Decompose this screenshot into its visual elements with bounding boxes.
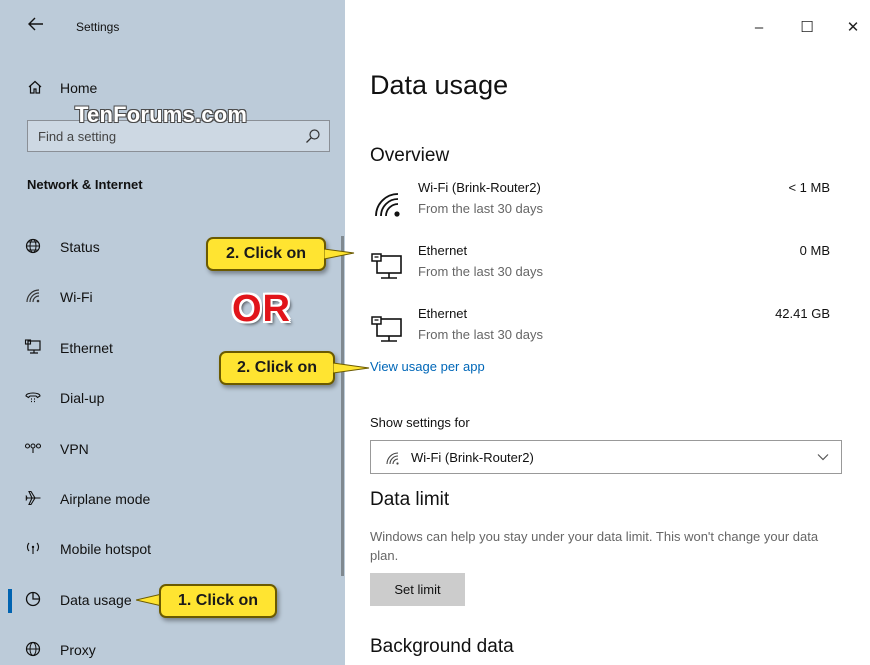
usage-name: Wi-Fi (Brink-Router2)	[418, 180, 541, 195]
home-icon	[28, 80, 42, 94]
callout-arrow	[333, 362, 370, 374]
select-value: Wi-Fi (Brink-Router2)	[411, 450, 534, 465]
home-label: Home	[60, 80, 98, 96]
or-label: OR	[232, 288, 291, 330]
usage-period: From the last 30 days	[418, 264, 543, 279]
wifi-icon	[386, 452, 399, 465]
globe-status-icon	[25, 238, 41, 254]
back-arrow-icon	[28, 17, 43, 31]
view-usage-per-app-link[interactable]: View usage per app	[370, 359, 485, 374]
set-limit-button[interactable]: Set limit	[370, 573, 465, 606]
usage-amount: 0 MB	[799, 243, 830, 258]
callout-click-ethernet: 2. Click on	[206, 237, 326, 271]
usage-period: From the last 30 days	[418, 201, 543, 216]
callout-click-view-usage: 2. Click on	[219, 351, 335, 385]
data-limit-description: Windows can help you stay under your dat…	[370, 529, 819, 563]
overview-heading: Overview	[370, 145, 450, 166]
sidebar-item-label: Proxy	[60, 642, 96, 659]
sidebar: Settings Home TenForums.com Network & In…	[0, 0, 345, 665]
sidebar-item-label: VPN	[60, 440, 89, 457]
usage-name: Ethernet	[418, 243, 468, 258]
usage-amount: < 1 MB	[788, 180, 830, 195]
sidebar-item-label: Dial-up	[60, 390, 105, 407]
main-content: – ☐ ✕ Data usage Overview Wi-Fi (Brink-R…	[345, 0, 870, 665]
page-title: Data usage	[370, 70, 509, 100]
sidebar-item-label: Ethernet	[60, 339, 113, 356]
ethernet-icon	[24, 339, 41, 354]
section-title: Network & Internet	[27, 177, 143, 192]
usage-row-wifi[interactable]: Wi-Fi (Brink-Router2) From the last 30 d…	[370, 180, 840, 228]
data-usage-icon	[25, 591, 41, 606]
airplane-icon	[25, 490, 41, 506]
data-limit-heading: Data limit	[370, 489, 450, 510]
minimize-button[interactable]: –	[739, 14, 779, 42]
home-nav[interactable]: Home	[0, 72, 345, 104]
sidebar-item-hotspot[interactable]: Mobile hotspot	[0, 524, 340, 574]
app-title: Settings	[76, 20, 120, 34]
usage-amount: 42.41 GB	[775, 306, 830, 321]
globe-icon	[25, 642, 41, 657]
usage-row-ethernet-1[interactable]: Ethernet From the last 30 days 0 MB	[370, 243, 840, 291]
close-button[interactable]: ✕	[833, 14, 870, 42]
search-icon[interactable]	[305, 128, 321, 144]
wifi-icon	[375, 193, 400, 217]
callout-arrow	[324, 248, 355, 260]
watermark: TenForums.com	[75, 102, 248, 127]
usage-period: From the last 30 days	[418, 327, 543, 342]
sidebar-item-label: Mobile hotspot	[60, 541, 152, 558]
usage-row-ethernet-2[interactable]: Ethernet From the last 30 days 42.41 GB	[370, 306, 840, 354]
hotspot-icon	[26, 542, 40, 555]
ethernet-icon	[371, 253, 402, 279]
titlebar-left: Settings	[0, 0, 345, 56]
vpn-icon	[24, 443, 42, 453]
maximize-button[interactable]: ☐	[787, 14, 827, 42]
dialup-icon	[25, 392, 41, 403]
sidebar-item-label: Status	[60, 239, 100, 255]
back-button[interactable]	[26, 16, 46, 38]
sidebar-item-vpn[interactable]: VPN	[0, 424, 340, 474]
sidebar-item-label: Wi-Fi	[60, 289, 93, 306]
sidebar-item-label: Airplane mode	[60, 490, 151, 507]
wifi-icon	[26, 289, 40, 303]
chevron-down-icon	[817, 454, 829, 461]
show-settings-select[interactable]: Wi-Fi (Brink-Router2)	[370, 440, 842, 474]
sidebar-item-proxy[interactable]: Proxy	[0, 625, 340, 665]
background-data-heading: Background data	[370, 636, 514, 657]
sidebar-item-airplane[interactable]: Airplane mode	[0, 474, 340, 524]
sidebar-item-label: Data usage	[60, 591, 132, 608]
callout-click-data-usage: 1. Click on	[159, 584, 277, 618]
usage-name: Ethernet	[418, 306, 468, 321]
show-settings-label: Show settings for	[370, 415, 470, 430]
ethernet-icon	[371, 316, 402, 342]
sidebar-scrollbar[interactable]	[341, 236, 344, 576]
